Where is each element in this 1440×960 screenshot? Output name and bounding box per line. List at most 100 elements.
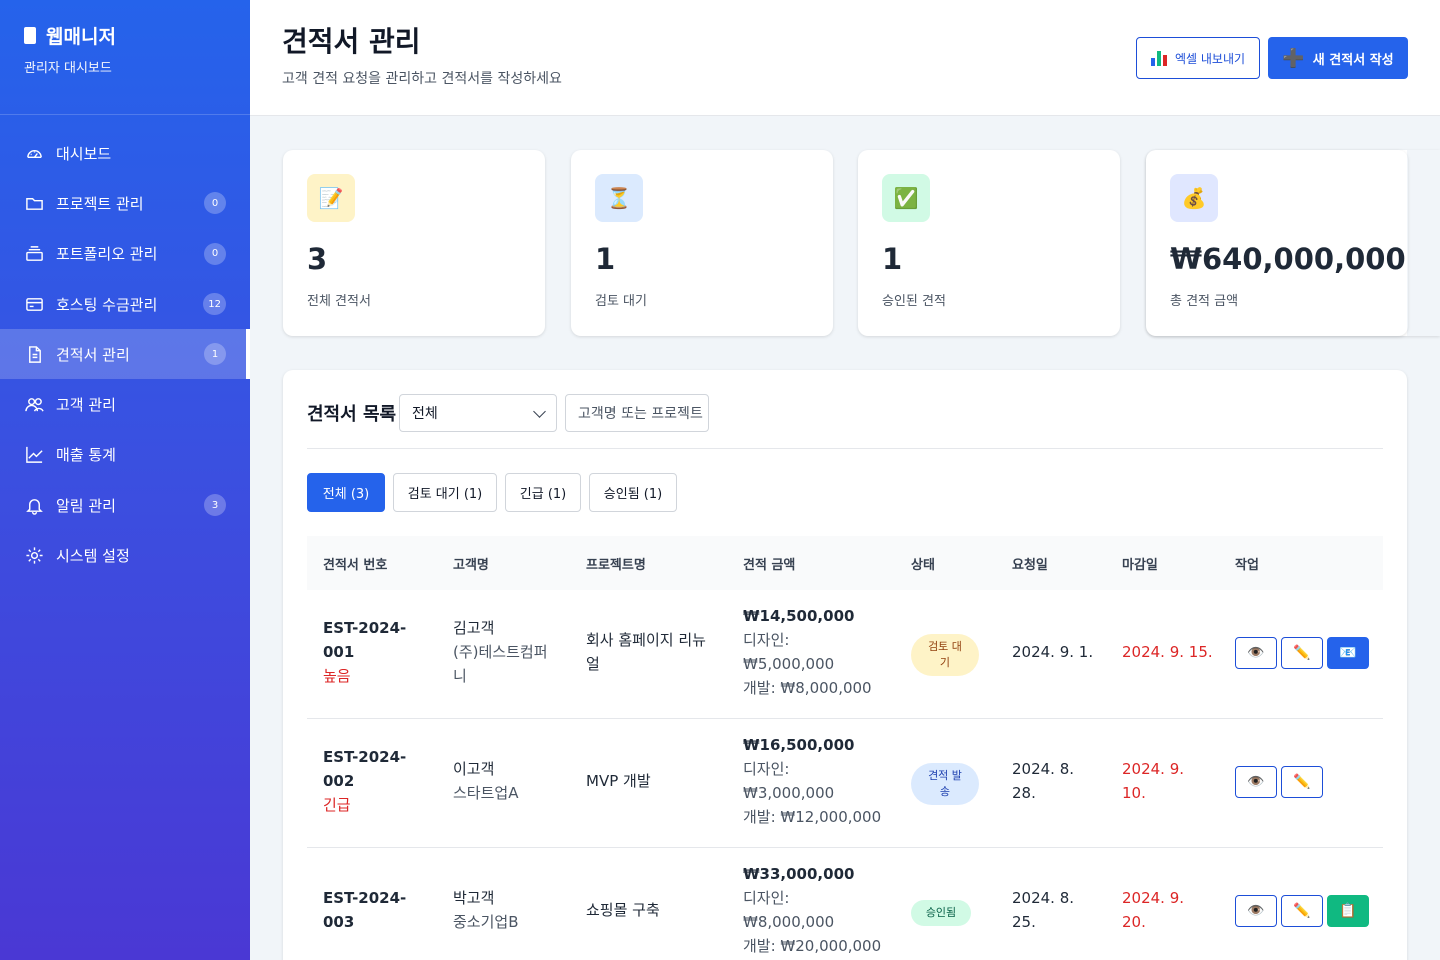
sidebar-item-alerts[interactable]: 알림 관리 3: [0, 480, 250, 530]
client-cell: 이고객 스타트업A: [453, 757, 518, 805]
eye-icon: 👁️: [1247, 774, 1265, 790]
sidebar-item-label: 알림 관리: [56, 496, 116, 515]
amount-detail: 디자인:: [743, 889, 790, 907]
table-header: 견적서 번호 고객명 프로젝트명 견적 금액 상태 요청일 마감일 작업: [307, 536, 1383, 590]
quote-id: 003: [323, 913, 355, 931]
count-badge: 3: [204, 494, 226, 517]
quote-id-cell: EST-2024- 001 높음: [323, 616, 406, 688]
check-icon: ✅: [882, 174, 930, 222]
project-name: 쇼핑몰 구축: [586, 901, 660, 919]
status-text: 견적 발: [928, 769, 962, 782]
sidebar-item-projects[interactable]: 프로젝트 관리 0: [0, 178, 250, 228]
chevron-down-icon: [533, 405, 546, 418]
view-button[interactable]: 👁️: [1235, 637, 1277, 669]
sidebar-item-label: 프로젝트 관리: [56, 194, 144, 213]
bell-icon: [24, 495, 44, 515]
column-header: 견적서 번호: [323, 558, 388, 573]
due-date: 2024. 9. 15.: [1122, 643, 1213, 661]
quote-id: EST-2024-: [323, 619, 407, 637]
sidebar-item-portfolio[interactable]: 포트폴리오 관리 0: [0, 229, 250, 279]
project-cell: MVP 개발: [586, 769, 651, 793]
sidebar-item-label: 시스템 설정: [56, 547, 130, 566]
sidebar-item-settings[interactable]: 시스템 설정: [0, 530, 250, 580]
page-header: 견적서 관리 고객 견적 요청을 관리하고 견적서를 작성하세요 엑셀 내보내기…: [250, 0, 1440, 116]
view-button[interactable]: 👁️: [1235, 766, 1277, 798]
content-gutter: [1407, 150, 1440, 336]
amount-detail: ₩3,000,000: [743, 784, 835, 802]
sidebar-item-label: 대시보드: [56, 144, 112, 163]
stat-value: 1: [595, 242, 616, 276]
filter-approved[interactable]: 승인됨 (1): [589, 473, 677, 512]
due-date-part: 20.: [1122, 913, 1146, 931]
eye-icon: 👁️: [1247, 645, 1265, 661]
list-title: 견적서 목록: [307, 404, 397, 425]
filter-urgent[interactable]: 긴급 (1): [505, 473, 581, 512]
priority-label: 긴급: [323, 796, 351, 814]
sidebar-nav: 대시보드 프로젝트 관리 0 포트폴리오 관리 0 호스팅 수금관리 12 견적…: [0, 128, 250, 581]
project-name: 얼: [586, 655, 600, 673]
table-row[interactable]: EST-2024- 002 긴급 이고객 스타트업A MVP 개발 ₩16,50…: [307, 719, 1383, 848]
bar-chart-icon: [1150, 50, 1167, 66]
sidebar-item-quotes[interactable]: 견적서 관리 1: [0, 329, 250, 380]
quote-id-cell: EST-2024- 003: [323, 886, 406, 934]
company-name: 스타트업A: [453, 784, 519, 802]
count-badge: 0: [204, 242, 226, 265]
page-title: 견적서 관리: [282, 25, 421, 58]
stack-icon: [24, 244, 44, 264]
stat-label: 총 견적 금액: [1170, 294, 1239, 309]
sidebar-item-sales[interactable]: 매출 통계: [0, 430, 250, 480]
count-badge: 1: [204, 343, 226, 366]
sidebar-item-label: 매출 통계: [56, 446, 116, 465]
sidebar-item-hosting[interactable]: 호스팅 수금관리 12: [0, 279, 250, 329]
count-badge: 0: [204, 192, 226, 215]
table-row[interactable]: EST-2024- 001 높음 김고객 (주)테스트컴퍼 니 회사 홈페이지 …: [307, 590, 1383, 719]
client-cell: 김고객 (주)테스트컴퍼 니: [453, 616, 548, 688]
column-header: 마감일: [1122, 558, 1158, 573]
sidebar-item-label: 고객 관리: [56, 396, 116, 415]
status-badge: 승인됨: [911, 900, 971, 926]
search-input[interactable]: 고객명 또는 프로젝트: [565, 394, 709, 432]
chart-line-icon: [24, 445, 44, 465]
brand: 웹매니저 관리자 대시보드: [0, 0, 250, 115]
sidebar-item-dashboard[interactable]: 대시보드: [0, 128, 250, 178]
sidebar-item-customers[interactable]: 고객 관리: [0, 379, 250, 429]
dashboard-icon: [24, 143, 44, 163]
copy-button[interactable]: 📋: [1327, 895, 1369, 927]
new-quote-button[interactable]: ➕ 새 견적서 작성: [1268, 37, 1408, 79]
quote-list-panel: 견적서 목록 전체 고객명 또는 프로젝트 전체 (3) 검토 대기 (1) 긴…: [283, 370, 1407, 960]
total-amount: ₩16,500,000: [743, 736, 855, 754]
project-cell: 쇼핑몰 구축: [586, 898, 660, 922]
view-button[interactable]: 👁️: [1235, 895, 1277, 927]
due-date-part: 2024. 9.: [1122, 889, 1185, 907]
requested-date-part: 28.: [1012, 784, 1036, 802]
column-header: 작업: [1235, 558, 1259, 573]
page-subtitle: 고객 견적 요청을 관리하고 견적서를 작성하세요: [282, 71, 562, 87]
status-text: 송: [939, 785, 951, 798]
client-name: 이고객: [453, 760, 495, 778]
filter-pending[interactable]: 검토 대기 (1): [393, 473, 497, 512]
amount-cell: ₩16,500,000 디자인: ₩3,000,000 개발: ₩12,000,…: [743, 733, 881, 829]
column-header: 상태: [911, 558, 935, 573]
amount-detail: 개발: ₩20,000,000: [743, 937, 882, 955]
edit-button[interactable]: ✏️: [1281, 895, 1323, 927]
new-quote-label: 새 견적서 작성: [1312, 52, 1394, 68]
status-select[interactable]: 전체: [399, 394, 557, 432]
stat-label: 검토 대기: [595, 294, 647, 309]
brand-title[interactable]: 웹매니저: [24, 22, 226, 49]
status-text: 기: [939, 656, 951, 669]
edit-button[interactable]: ✏️: [1281, 766, 1323, 798]
total-amount: ₩33,000,000: [743, 865, 855, 883]
requested-date-part: 25.: [1012, 913, 1036, 931]
table-row[interactable]: EST-2024- 003 박고객 중소기업B 쇼핑몰 구축 ₩33,000,0…: [307, 848, 1383, 960]
clipboard-icon: 📋: [1339, 903, 1357, 919]
send-button[interactable]: 📧: [1327, 637, 1369, 669]
brand-name: 웹매니저: [46, 26, 116, 48]
pencil-icon: ✏️: [1293, 903, 1311, 919]
edit-button[interactable]: ✏️: [1281, 637, 1323, 669]
filter-all[interactable]: 전체 (3): [307, 473, 385, 512]
amount-detail: 디자인:: [743, 760, 790, 778]
stat-label: 승인된 견적: [882, 294, 946, 309]
export-excel-button[interactable]: 엑셀 내보내기: [1136, 37, 1260, 79]
count-badge: 12: [203, 293, 226, 316]
brand-subtitle: 관리자 대시보드: [24, 61, 112, 76]
